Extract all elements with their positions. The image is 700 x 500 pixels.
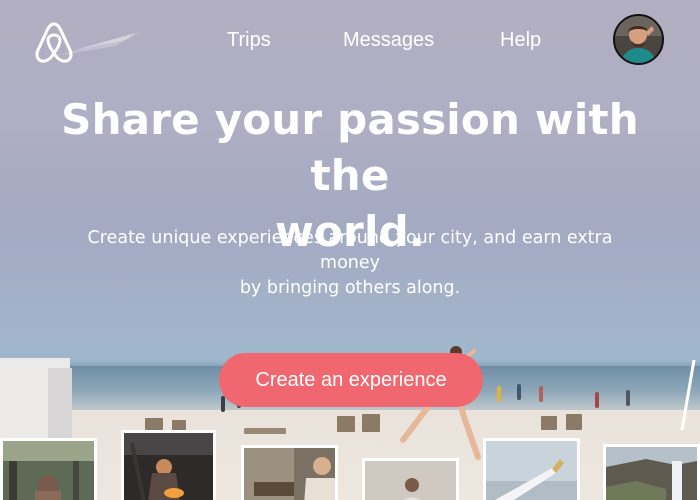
beach-bench [145, 418, 163, 430]
campfire-photo-icon [124, 433, 213, 500]
gallery-photo-waterfall[interactable] [603, 444, 700, 500]
hero-subtitle-line3: by bringing others along. [239, 278, 461, 298]
beach-person [595, 392, 599, 408]
gallery-photo-airplane-wing[interactable] [483, 438, 580, 500]
beach-person [517, 384, 521, 400]
airbnb-logo-icon[interactable] [33, 20, 75, 64]
hero-subtitle-line2: money [320, 253, 380, 273]
gallery-photo-forest[interactable] [0, 438, 97, 500]
beach-bench [566, 414, 582, 430]
airplane-wing-photo-icon [486, 441, 577, 500]
user-avatar[interactable] [613, 14, 664, 65]
portrait-photo-icon [365, 461, 456, 500]
create-experience-button[interactable]: Create an experience [219, 353, 483, 407]
gallery-photo-portrait[interactable] [362, 458, 459, 500]
beach-bench [337, 416, 355, 432]
nav-help-link[interactable]: Help [500, 29, 541, 52]
beach-person [626, 390, 630, 406]
beach-person [221, 396, 225, 412]
gallery-photo-workshop[interactable] [241, 445, 338, 500]
nav-trips-link[interactable]: Trips [227, 29, 271, 52]
beach-person [497, 386, 501, 402]
hero-subtitle: Create unique experiences around your ci… [70, 226, 630, 301]
hero-subtitle-line1: Create unique experiences around your ci… [87, 228, 613, 248]
beach-person [539, 386, 543, 402]
beach-bench [362, 414, 380, 432]
beach-bench [541, 416, 557, 430]
waterfall-photo-icon [606, 447, 697, 500]
lifeguard-post [680, 360, 696, 430]
forest-photo-icon [3, 441, 94, 500]
white-wall-side [48, 368, 72, 438]
gallery-photo-campfire[interactable] [121, 430, 216, 500]
hero-title-line1: Share your passion with the [61, 95, 639, 200]
nav-messages-link[interactable]: Messages [343, 29, 434, 52]
avatar-photo-icon [615, 16, 662, 63]
workshop-photo-icon [244, 448, 335, 500]
beach-bench [244, 428, 286, 434]
